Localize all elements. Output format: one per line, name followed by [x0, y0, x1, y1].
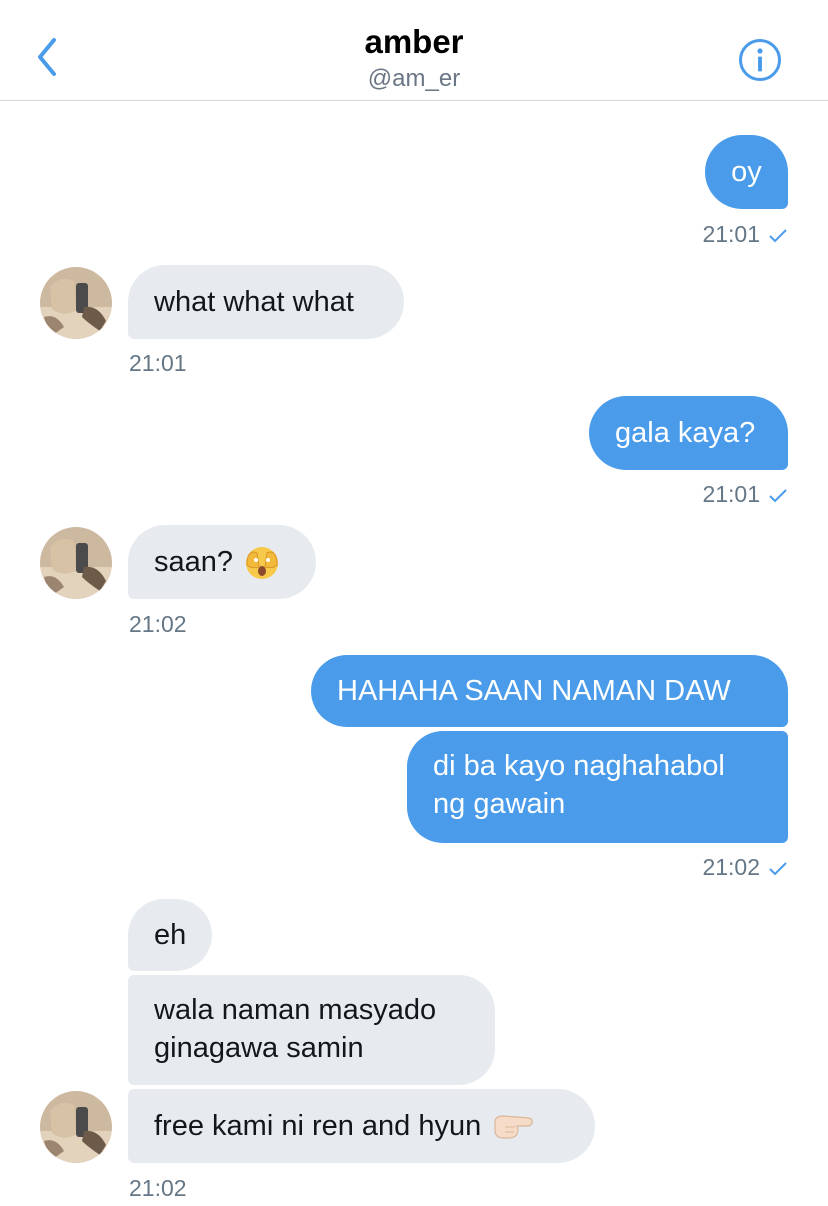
message-text: saan?: [154, 546, 234, 578]
message-bubble-sent[interactable]: HAHAHA SAAN NAMAN DAW: [311, 655, 788, 727]
message-bubble-received[interactable]: eh: [128, 899, 212, 971]
message-bubble-received[interactable]: what what what: [128, 265, 404, 339]
read-check-icon: [769, 229, 787, 243]
message-bubble-received[interactable]: free kami ni ren and hyun: [128, 1089, 595, 1163]
message-text: gala kaya?: [615, 417, 756, 449]
message-bubble-sent[interactable]: di ba kayo naghahabol ng gawain: [407, 731, 788, 843]
message-text-line: di ba kayo naghahabol: [433, 750, 725, 782]
contact-name: amber: [364, 23, 464, 60]
message-bubble-sent[interactable]: oy: [705, 135, 788, 209]
conversation-title-block[interactable]: amber @am_er: [0, 22, 828, 94]
message-text: free kami ni ren and hyun: [154, 1110, 482, 1142]
pointing-right-hand-emoji: [494, 1115, 534, 1139]
message-timestamp: 21:02: [129, 1175, 187, 1201]
info-icon: [739, 39, 781, 81]
message-text-line: ng gawain: [433, 788, 566, 820]
message-timestamp: 21:01: [129, 350, 187, 376]
read-check-icon: [769, 862, 787, 876]
info-button[interactable]: [738, 38, 782, 82]
avatar-photo: [40, 1091, 112, 1163]
message-text: what what what: [154, 286, 354, 318]
message-bubble-received[interactable]: wala naman masyado ginagawa samin: [128, 975, 495, 1085]
contact-avatar[interactable]: [40, 527, 112, 599]
message-text-line: wala naman masyado: [154, 994, 437, 1026]
see-no-evil-face-emoji: [246, 547, 279, 579]
message-text-line: ginagawa samin: [154, 1032, 364, 1064]
contact-avatar[interactable]: [40, 267, 112, 339]
message-timestamp: 21:02: [129, 611, 187, 637]
contact-handle: @am_er: [367, 65, 461, 92]
message-bubble-received[interactable]: saan?: [128, 525, 316, 599]
message-timestamp: 21:01: [640, 480, 788, 508]
read-check-icon: [769, 489, 787, 503]
message-text: HAHAHA SAAN NAMAN DAW: [337, 675, 731, 707]
message-text: eh: [154, 919, 187, 951]
avatar-photo: [40, 527, 112, 599]
message-bubble-sent[interactable]: gala kaya?: [589, 396, 788, 470]
avatar-photo: [40, 267, 112, 339]
message-timestamp: 21:01: [640, 220, 788, 248]
contact-avatar[interactable]: [40, 1091, 112, 1163]
message-timestamp: 21:02: [640, 853, 788, 881]
conversation-header: amber @am_er: [0, 0, 828, 101]
message-text: oy: [731, 156, 762, 188]
